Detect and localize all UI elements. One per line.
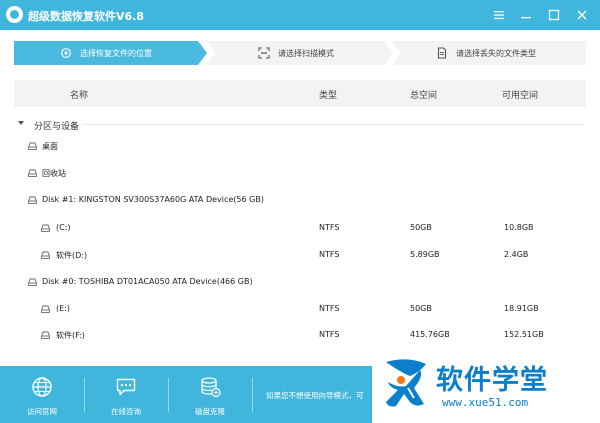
divider <box>84 378 85 412</box>
divider <box>168 378 169 412</box>
divider <box>252 378 253 412</box>
drive-icon <box>41 224 50 232</box>
list-item-desktop[interactable]: 桌面 <box>14 136 586 158</box>
scan-icon <box>258 47 270 59</box>
step-3-file-type[interactable]: 请选择丢失的文件类型 <box>436 41 536 65</box>
list-item-partition-e[interactable]: (E:) NTFS 50GB 18.91GB <box>14 299 586 321</box>
list-item-recycle-bin[interactable]: 回收站 <box>14 163 586 185</box>
minimize-icon <box>521 17 531 19</box>
column-type[interactable]: 类型 <box>319 88 337 101</box>
app-logo-icon <box>6 6 23 23</box>
step-1-select-location[interactable]: 选择恢复文件的位置 <box>60 41 152 65</box>
item-total: 50GB <box>410 223 432 232</box>
column-free-space[interactable]: 可用空间 <box>502 88 538 101</box>
wizard-hint-text: 如果您不想使用向导模式，可 <box>266 391 364 400</box>
online-consult-button[interactable]: 在线咨询 <box>86 366 166 423</box>
item-type: NTFS <box>319 250 340 259</box>
document-icon <box>436 47 448 59</box>
xue51-logo-icon <box>380 358 432 413</box>
chat-icon <box>115 376 137 398</box>
list-item-disk-0[interactable]: Disk #0: TOSHIBA DT01ACA050 ATA Device(4… <box>14 272 586 294</box>
step-2-scan-mode[interactable]: 请选择扫描模式 <box>258 41 334 65</box>
divider <box>84 124 584 125</box>
list-item-partition-c[interactable]: (C:) NTFS 50GB 10.8GB <box>14 218 586 240</box>
globe-icon <box>31 376 53 398</box>
item-free: 152.51GB <box>504 330 544 339</box>
item-free: 10.8GB <box>504 223 534 232</box>
item-name: 回收站 <box>42 169 66 178</box>
item-total: 5.89GB <box>410 250 440 259</box>
column-name[interactable]: 名称 <box>70 88 88 101</box>
drive-icon <box>41 331 50 339</box>
menu-button[interactable] <box>490 6 508 24</box>
close-icon <box>577 10 587 20</box>
group-partitions-devices[interactable]: 分区与设备 <box>14 114 586 134</box>
list-item-partition-f[interactable]: 软件(F:) NTFS 415.76GB 152.51GB <box>14 325 586 347</box>
minimize-button[interactable] <box>517 6 535 24</box>
close-button[interactable] <box>573 6 591 24</box>
disk-clone-label: 磁盘克隆 <box>195 407 225 416</box>
item-name: Disk #1: KINGSTON SV300S37A60G ATA Devic… <box>42 195 264 204</box>
item-free: 2.4GB <box>504 250 529 259</box>
title-bar: 超级数据恢复软件V6.8 <box>0 0 600 30</box>
item-free: 18.91GB <box>504 304 539 313</box>
window-title: 超级数据恢复软件V6.8 <box>28 10 144 23</box>
visit-website-button[interactable]: 访问官网 <box>2 366 82 423</box>
item-type: NTFS <box>319 330 340 339</box>
disk-clone-button[interactable]: 磁盘克隆 <box>170 366 250 423</box>
collapse-arrow-icon[interactable] <box>18 121 24 125</box>
step-3-label: 请选择丢失的文件类型 <box>456 48 536 58</box>
column-total-space[interactable]: 总空间 <box>410 88 437 101</box>
menu-icon <box>494 11 504 20</box>
wizard-steps: 选择恢复文件的位置 请选择扫描模式 请选择丢失的文件类型 <box>0 30 600 76</box>
step-1-label: 选择恢复文件的位置 <box>80 48 152 58</box>
maximize-icon <box>548 9 560 21</box>
item-type: NTFS <box>319 304 340 313</box>
item-name: (C:) <box>56 223 71 232</box>
item-type: NTFS <box>319 223 340 232</box>
drive-icon <box>28 278 37 286</box>
item-name: (E:) <box>56 304 70 313</box>
visit-website-label: 访问官网 <box>27 407 57 416</box>
step-2-label: 请选择扫描模式 <box>278 48 334 58</box>
drive-icon <box>28 196 37 204</box>
item-name: 桌面 <box>42 142 58 151</box>
online-consult-label: 在线咨询 <box>111 407 141 416</box>
site-watermark: 软件学堂 www.xue51.com <box>372 348 600 423</box>
item-name: 软件(D:) <box>56 251 88 260</box>
item-name: 软件(F:) <box>56 331 85 340</box>
item-total: 415.76GB <box>410 330 450 339</box>
drive-icon <box>41 251 50 259</box>
list-item-disk-1[interactable]: Disk #1: KINGSTON SV300S37A60G ATA Devic… <box>14 190 586 212</box>
drive-icon <box>28 169 37 177</box>
maximize-button[interactable] <box>545 6 563 24</box>
database-icon <box>199 376 221 398</box>
item-total: 50GB <box>410 304 432 313</box>
watermark-title: 软件学堂 <box>436 365 548 396</box>
list-item-partition-d[interactable]: 软件(D:) NTFS 5.89GB 2.4GB <box>14 245 586 267</box>
drive-icon <box>41 305 50 313</box>
target-icon <box>60 47 72 59</box>
watermark-url: www.xue51.com <box>442 396 529 409</box>
item-name: Disk #0: TOSHIBA DT01ACA050 ATA Device(4… <box>42 277 253 286</box>
group-label: 分区与设备 <box>34 122 80 132</box>
drive-icon <box>28 142 37 150</box>
table-header: 名称 类型 总空间 可用空间 <box>14 80 586 107</box>
